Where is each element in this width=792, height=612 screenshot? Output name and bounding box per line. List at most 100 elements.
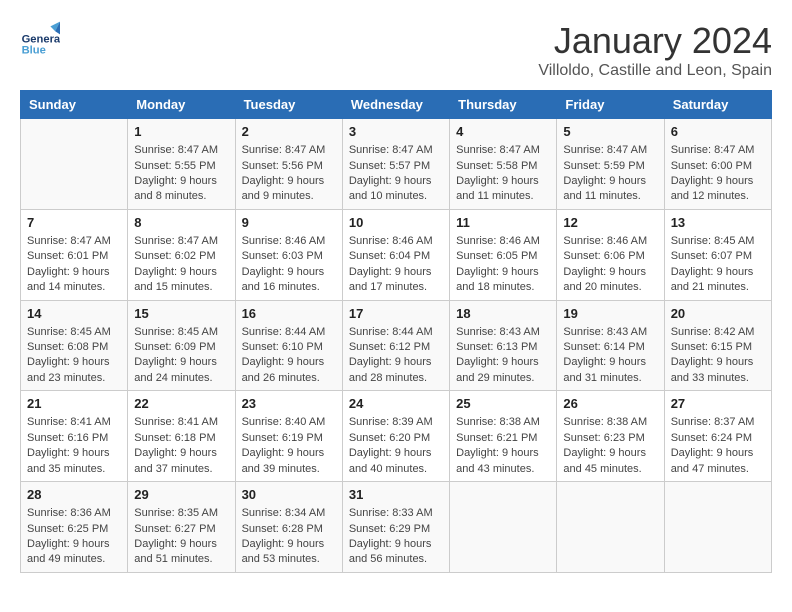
sunrise: Sunrise: 8:46 AM <box>242 234 336 249</box>
daylight: Daylight: 9 hours and 24 minutes. <box>134 355 228 386</box>
sunrise: Sunrise: 8:37 AM <box>671 415 765 430</box>
day-number: 27 <box>671 395 765 413</box>
day-number: 11 <box>456 214 550 232</box>
daylight: Daylight: 9 hours and 56 minutes. <box>349 537 443 568</box>
sunrise: Sunrise: 8:44 AM <box>349 325 443 340</box>
daylight: Daylight: 9 hours and 26 minutes. <box>242 355 336 386</box>
daylight: Daylight: 9 hours and 17 minutes. <box>349 265 443 296</box>
day-number: 14 <box>27 305 121 323</box>
daylight: Daylight: 9 hours and 23 minutes. <box>27 355 121 386</box>
calendar-cell: 29Sunrise: 8:35 AMSunset: 6:27 PMDayligh… <box>128 482 235 573</box>
day-number: 15 <box>134 305 228 323</box>
sunset: Sunset: 6:19 PM <box>242 431 336 446</box>
calendar-cell: 25Sunrise: 8:38 AMSunset: 6:21 PMDayligh… <box>450 391 557 482</box>
day-number: 21 <box>27 395 121 413</box>
title-block: January 2024 Villoldo, Castille and Leon… <box>538 20 772 80</box>
daylight: Daylight: 9 hours and 40 minutes. <box>349 446 443 477</box>
sunset: Sunset: 6:20 PM <box>349 431 443 446</box>
daylight: Daylight: 9 hours and 45 minutes. <box>563 446 657 477</box>
sunrise: Sunrise: 8:42 AM <box>671 325 765 340</box>
sunrise: Sunrise: 8:35 AM <box>134 506 228 521</box>
calendar-cell: 26Sunrise: 8:38 AMSunset: 6:23 PMDayligh… <box>557 391 664 482</box>
calendar-cell <box>557 482 664 573</box>
sunrise: Sunrise: 8:43 AM <box>563 325 657 340</box>
sunset: Sunset: 5:57 PM <box>349 159 443 174</box>
sunset: Sunset: 6:02 PM <box>134 249 228 264</box>
column-header-tuesday: Tuesday <box>235 91 342 119</box>
calendar-week-row: 21Sunrise: 8:41 AMSunset: 6:16 PMDayligh… <box>21 391 772 482</box>
sunset: Sunset: 6:09 PM <box>134 340 228 355</box>
column-header-thursday: Thursday <box>450 91 557 119</box>
calendar-cell: 22Sunrise: 8:41 AMSunset: 6:18 PMDayligh… <box>128 391 235 482</box>
daylight: Daylight: 9 hours and 15 minutes. <box>134 265 228 296</box>
calendar-cell <box>21 119 128 210</box>
column-header-saturday: Saturday <box>664 91 771 119</box>
calendar-table: SundayMondayTuesdayWednesdayThursdayFrid… <box>20 90 772 573</box>
day-number: 13 <box>671 214 765 232</box>
sunrise: Sunrise: 8:39 AM <box>349 415 443 430</box>
calendar-cell: 19Sunrise: 8:43 AMSunset: 6:14 PMDayligh… <box>557 300 664 391</box>
sunset: Sunset: 5:59 PM <box>563 159 657 174</box>
day-number: 8 <box>134 214 228 232</box>
sunrise: Sunrise: 8:46 AM <box>349 234 443 249</box>
daylight: Daylight: 9 hours and 14 minutes. <box>27 265 121 296</box>
daylight: Daylight: 9 hours and 20 minutes. <box>563 265 657 296</box>
calendar-cell: 14Sunrise: 8:45 AMSunset: 6:08 PMDayligh… <box>21 300 128 391</box>
daylight: Daylight: 9 hours and 53 minutes. <box>242 537 336 568</box>
calendar-week-row: 7Sunrise: 8:47 AMSunset: 6:01 PMDaylight… <box>21 209 772 300</box>
sunset: Sunset: 6:12 PM <box>349 340 443 355</box>
calendar-cell: 23Sunrise: 8:40 AMSunset: 6:19 PMDayligh… <box>235 391 342 482</box>
sunrise: Sunrise: 8:47 AM <box>671 143 765 158</box>
calendar-cell: 18Sunrise: 8:43 AMSunset: 6:13 PMDayligh… <box>450 300 557 391</box>
sunrise: Sunrise: 8:47 AM <box>563 143 657 158</box>
calendar-cell: 27Sunrise: 8:37 AMSunset: 6:24 PMDayligh… <box>664 391 771 482</box>
sunrise: Sunrise: 8:45 AM <box>671 234 765 249</box>
calendar-cell: 5Sunrise: 8:47 AMSunset: 5:59 PMDaylight… <box>557 119 664 210</box>
sunset: Sunset: 6:00 PM <box>671 159 765 174</box>
sunrise: Sunrise: 8:47 AM <box>349 143 443 158</box>
daylight: Daylight: 9 hours and 43 minutes. <box>456 446 550 477</box>
sunrise: Sunrise: 8:47 AM <box>134 234 228 249</box>
daylight: Daylight: 9 hours and 51 minutes. <box>134 537 228 568</box>
calendar-cell: 24Sunrise: 8:39 AMSunset: 6:20 PMDayligh… <box>342 391 449 482</box>
sunrise: Sunrise: 8:46 AM <box>563 234 657 249</box>
daylight: Daylight: 9 hours and 31 minutes. <box>563 355 657 386</box>
sunrise: Sunrise: 8:44 AM <box>242 325 336 340</box>
day-number: 2 <box>242 123 336 141</box>
daylight: Daylight: 9 hours and 11 minutes. <box>563 174 657 205</box>
sunrise: Sunrise: 8:36 AM <box>27 506 121 521</box>
sunset: Sunset: 6:14 PM <box>563 340 657 355</box>
logo: General Blue <box>20 20 60 60</box>
calendar-cell: 10Sunrise: 8:46 AMSunset: 6:04 PMDayligh… <box>342 209 449 300</box>
sunrise: Sunrise: 8:45 AM <box>134 325 228 340</box>
daylight: Daylight: 9 hours and 10 minutes. <box>349 174 443 205</box>
daylight: Daylight: 9 hours and 29 minutes. <box>456 355 550 386</box>
daylight: Daylight: 9 hours and 28 minutes. <box>349 355 443 386</box>
sunset: Sunset: 5:58 PM <box>456 159 550 174</box>
day-number: 6 <box>671 123 765 141</box>
daylight: Daylight: 9 hours and 47 minutes. <box>671 446 765 477</box>
sunrise: Sunrise: 8:38 AM <box>456 415 550 430</box>
day-number: 16 <box>242 305 336 323</box>
calendar-cell: 4Sunrise: 8:47 AMSunset: 5:58 PMDaylight… <box>450 119 557 210</box>
daylight: Daylight: 9 hours and 9 minutes. <box>242 174 336 205</box>
sunrise: Sunrise: 8:47 AM <box>27 234 121 249</box>
sunset: Sunset: 5:55 PM <box>134 159 228 174</box>
sunrise: Sunrise: 8:33 AM <box>349 506 443 521</box>
sunset: Sunset: 6:04 PM <box>349 249 443 264</box>
calendar-cell: 13Sunrise: 8:45 AMSunset: 6:07 PMDayligh… <box>664 209 771 300</box>
sunrise: Sunrise: 8:47 AM <box>456 143 550 158</box>
sunset: Sunset: 6:23 PM <box>563 431 657 446</box>
daylight: Daylight: 9 hours and 18 minutes. <box>456 265 550 296</box>
page-header: General Blue January 2024 Villoldo, Cast… <box>20 20 772 80</box>
daylight: Daylight: 9 hours and 16 minutes. <box>242 265 336 296</box>
column-header-wednesday: Wednesday <box>342 91 449 119</box>
sunset: Sunset: 6:05 PM <box>456 249 550 264</box>
calendar-cell: 16Sunrise: 8:44 AMSunset: 6:10 PMDayligh… <box>235 300 342 391</box>
daylight: Daylight: 9 hours and 8 minutes. <box>134 174 228 205</box>
sunset: Sunset: 5:56 PM <box>242 159 336 174</box>
sunrise: Sunrise: 8:41 AM <box>27 415 121 430</box>
calendar-cell: 20Sunrise: 8:42 AMSunset: 6:15 PMDayligh… <box>664 300 771 391</box>
sunrise: Sunrise: 8:34 AM <box>242 506 336 521</box>
calendar-cell <box>664 482 771 573</box>
